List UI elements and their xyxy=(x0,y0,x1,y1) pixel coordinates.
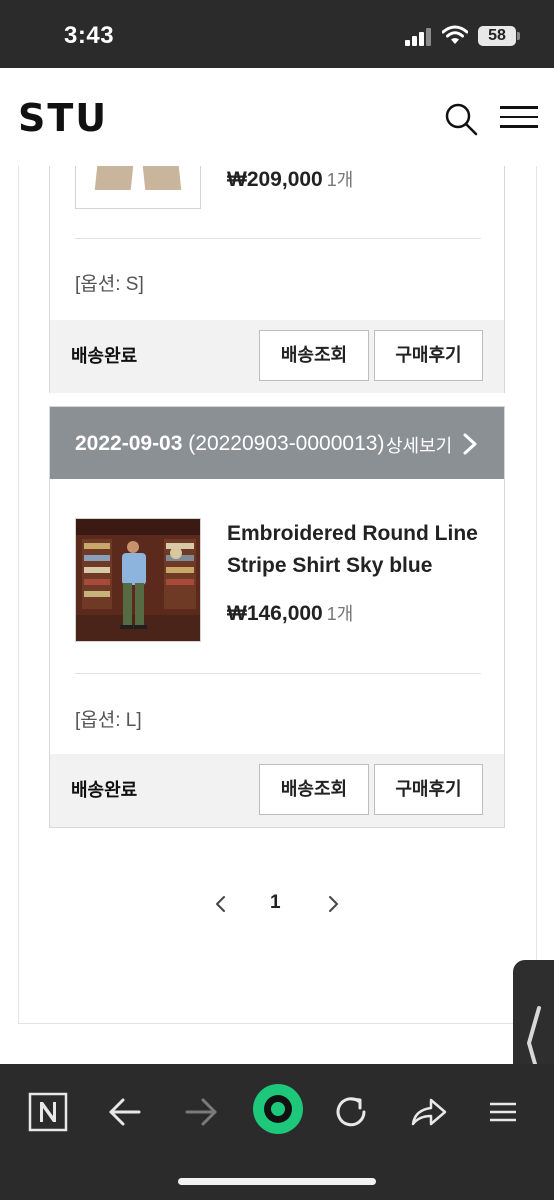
delivery-status: 배송완료 xyxy=(71,346,138,366)
previous-page-icon[interactable] xyxy=(214,894,228,914)
divider xyxy=(75,673,481,674)
back-arrow-icon[interactable] xyxy=(103,1090,147,1134)
order-detail-link[interactable]: 상세보기 xyxy=(386,432,452,458)
menu-icon[interactable] xyxy=(486,1090,530,1134)
write-review-button[interactable]: 구매후기 xyxy=(374,764,483,815)
wifi-icon xyxy=(442,25,468,44)
delivery-status: 배송완료 xyxy=(71,780,138,800)
product-photo xyxy=(76,519,200,641)
current-page-number[interactable]: 1 xyxy=(270,892,281,914)
product-thumbnail[interactable] xyxy=(75,518,201,642)
order-card: ₩209,000 1개 [옵션: S] 배송완료 배송조회 구매후기 xyxy=(49,166,505,393)
order-card-footer: 배송완료 배송조회 구매후기 xyxy=(50,754,504,827)
green-dot-home-icon[interactable] xyxy=(251,1082,305,1136)
site-logo[interactable]: STU xyxy=(18,96,108,140)
product-thumbnail[interactable] xyxy=(75,166,201,209)
battery-indicator: 58 xyxy=(478,26,520,46)
order-header[interactable]: 2022-09-03 (20220903-0000013) 상세보기 xyxy=(50,407,504,479)
write-review-button[interactable]: 구매후기 xyxy=(374,330,483,381)
cellular-signal-icon xyxy=(405,28,433,46)
order-card-footer: 배송완료 배송조회 구매후기 xyxy=(50,320,504,393)
track-delivery-button[interactable]: 배송조회 xyxy=(259,764,369,815)
track-delivery-button[interactable]: 배송조회 xyxy=(259,330,369,381)
search-icon[interactable] xyxy=(444,102,478,136)
product-quantity: 1개 xyxy=(326,604,354,624)
pagination: 1 xyxy=(200,888,350,922)
chevron-right-icon[interactable] xyxy=(462,433,478,455)
naver-n-icon[interactable] xyxy=(26,1090,70,1134)
share-icon[interactable] xyxy=(407,1090,451,1134)
status-bar: 3:43 58 xyxy=(0,0,554,68)
status-time: 3:43 xyxy=(64,22,115,49)
product-price: ₩146,000 1개 xyxy=(227,602,354,625)
product-option: [옵션: S] xyxy=(75,274,144,295)
product-quantity: 1개 xyxy=(326,170,354,190)
product-price: ₩209,000 1개 xyxy=(227,168,354,191)
order-number: (20220903-0000013) xyxy=(188,432,385,455)
order-card: 2022-09-03 (20220903-0000013) 상세보기 Embro… xyxy=(49,406,505,828)
reload-icon[interactable] xyxy=(330,1090,374,1134)
hamburger-menu-icon[interactable] xyxy=(500,106,538,128)
product-name[interactable]: Embroidered Round Line Stripe Shirt Sky … xyxy=(227,518,497,582)
divider xyxy=(75,238,481,239)
browser-toolbar xyxy=(0,1064,554,1200)
site-header: STU xyxy=(0,68,554,166)
next-page-icon[interactable] xyxy=(326,894,340,914)
product-option: [옵션: L] xyxy=(75,710,142,731)
order-date: 2022-09-03 (20220903-0000013) xyxy=(75,432,385,455)
forward-arrow-icon[interactable] xyxy=(179,1090,223,1134)
home-indicator xyxy=(178,1178,376,1185)
